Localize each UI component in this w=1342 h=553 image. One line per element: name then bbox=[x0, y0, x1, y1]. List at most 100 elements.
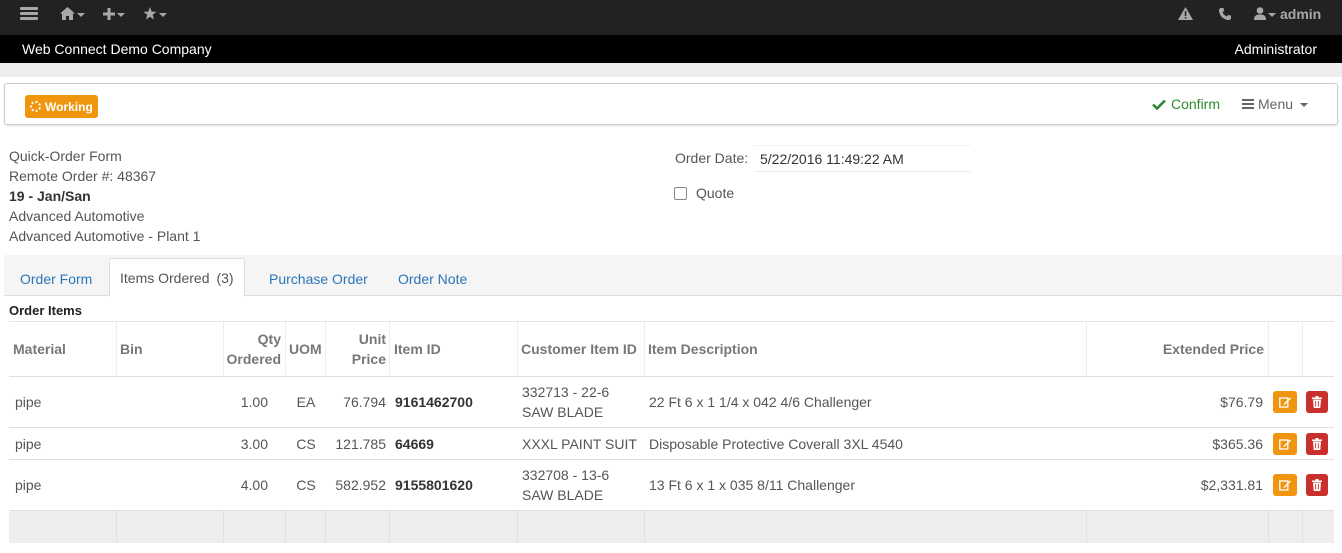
user-icon bbox=[1254, 7, 1266, 20]
header-extended-price[interactable]: Extended Price bbox=[1087, 322, 1269, 376]
cell-customer-item-id: XXXL PAINT SUIT bbox=[522, 428, 645, 459]
tab-purchase-order[interactable]: Purchase Order bbox=[259, 262, 378, 296]
delete-button[interactable] bbox=[1306, 391, 1328, 413]
cell-item-description: 13 Ft 6 x 1 x 035 8/11 Challenger bbox=[649, 477, 855, 493]
table-header: Material Bin Qty Ordered UOM Unit Price … bbox=[9, 321, 1334, 377]
table-row[interactable]: pipe 4.00 CS 582.952 9155801620 332708 -… bbox=[9, 460, 1334, 511]
cell-bin bbox=[117, 377, 224, 427]
section-title: Order Items bbox=[9, 303, 82, 318]
check-icon bbox=[1152, 99, 1166, 110]
tab-label: Purchase Order bbox=[269, 271, 368, 287]
edit-cell bbox=[1273, 377, 1299, 427]
tab-order-form[interactable]: Order Form bbox=[10, 262, 102, 296]
edit-button[interactable] bbox=[1273, 474, 1297, 496]
company-name: Web Connect Demo Company bbox=[22, 41, 212, 57]
confirm-button[interactable]: Confirm bbox=[1152, 96, 1220, 112]
warning-button[interactable] bbox=[1178, 0, 1193, 27]
footer-cell bbox=[224, 511, 286, 543]
menu-label: Menu bbox=[1258, 96, 1294, 112]
cell-customer-item-id: 332713 - 22-6 SAW BLADE bbox=[522, 377, 645, 427]
order-date-field[interactable] bbox=[754, 145, 971, 172]
tab-label: Order Form bbox=[20, 271, 93, 287]
header-unit-price[interactable]: Unit Price bbox=[326, 322, 390, 376]
user-name: admin bbox=[1280, 5, 1322, 22]
cell-material: pipe bbox=[15, 477, 42, 493]
cell-item-description: Disposable Protective Coverall 3XL 4540 bbox=[649, 435, 903, 452]
customer-item-id-line2: SAW BLADE bbox=[522, 404, 604, 420]
edit-cell bbox=[1273, 428, 1299, 459]
customer-item-id-line1: XXXL PAINT SUIT bbox=[522, 435, 637, 452]
customer-item-id-line1: 332713 - 22-6 bbox=[522, 384, 610, 400]
cell-extended-price: $365.36 bbox=[1212, 435, 1263, 452]
ship-to: Advanced Automotive - Plant 1 bbox=[9, 228, 201, 244]
trash-icon bbox=[1312, 479, 1322, 491]
footer-cell bbox=[9, 511, 117, 543]
cell-material: pipe bbox=[15, 394, 42, 410]
chevron-down-icon bbox=[1268, 12, 1276, 17]
table-row[interactable]: pipe 1.00 EA 76.794 9161462700 332713 - … bbox=[9, 377, 1334, 428]
menu-button[interactable]: Menu bbox=[1242, 96, 1309, 112]
delete-button[interactable] bbox=[1306, 474, 1328, 496]
header-customer-item-id[interactable]: Customer Item ID bbox=[518, 322, 645, 376]
confirm-label: Confirm bbox=[1171, 96, 1221, 112]
header-uom[interactable]: UOM bbox=[286, 322, 326, 376]
delete-cell bbox=[1306, 377, 1330, 427]
header-qty-line1: Qty bbox=[257, 331, 281, 347]
chevron-down-icon bbox=[77, 12, 85, 17]
tab-order-note[interactable]: Order Note bbox=[388, 262, 477, 296]
status-badge-label: Working bbox=[45, 99, 93, 114]
tab-count: (3) bbox=[216, 269, 234, 286]
tab-items-ordered[interactable]: Items Ordered (3) bbox=[109, 258, 245, 297]
header-delete-column bbox=[1303, 322, 1334, 376]
edit-icon bbox=[1278, 397, 1291, 408]
cell-bin bbox=[117, 460, 224, 510]
quote-checkbox[interactable] bbox=[674, 186, 687, 200]
cell-extended-price: $2,331.81 bbox=[1200, 477, 1263, 493]
cell-item-id: 64669 bbox=[395, 435, 434, 452]
order-info: Quick-Order Form Remote Order #: 48367 1… bbox=[9, 146, 200, 246]
footer-cell bbox=[390, 511, 518, 543]
star-icon bbox=[143, 7, 157, 20]
header-item-description[interactable]: Item Description bbox=[645, 322, 1087, 376]
user-menu[interactable]: admin bbox=[1254, 0, 1321, 27]
phone-button[interactable] bbox=[1219, 0, 1231, 27]
tab-label: Order Note bbox=[398, 271, 468, 287]
edit-icon bbox=[1278, 480, 1291, 491]
trash-icon bbox=[1312, 437, 1322, 450]
edit-button[interactable] bbox=[1273, 391, 1297, 413]
table-footer bbox=[9, 511, 1334, 543]
company-bar: Web Connect Demo Company Administrator bbox=[0, 35, 1342, 63]
header-material[interactable]: Material bbox=[13, 322, 117, 376]
cell-item-description: 22 Ft 6 x 1 1/4 x 042 4/6 Challenger bbox=[649, 394, 872, 410]
footer-cell bbox=[645, 511, 1087, 543]
footer-cell bbox=[518, 511, 645, 543]
tab-strip: Order Form Items Ordered (3) Purchase Or… bbox=[4, 255, 1342, 297]
footer-cell bbox=[326, 511, 390, 543]
header-item-id[interactable]: Item ID bbox=[390, 322, 518, 376]
header-bin[interactable]: Bin bbox=[117, 322, 224, 376]
favorites-menu[interactable] bbox=[143, 0, 167, 27]
home-icon bbox=[60, 7, 75, 20]
cell-qty: 3.00 bbox=[240, 435, 268, 452]
add-menu[interactable] bbox=[103, 0, 125, 27]
menu-icon[interactable] bbox=[20, 0, 38, 27]
chevron-down-icon bbox=[1300, 103, 1309, 107]
header-qty-line2: Ordered bbox=[226, 351, 281, 367]
cell-qty: 4.00 bbox=[240, 477, 268, 493]
cell-item-id: 9155801620 bbox=[395, 477, 473, 493]
customer-item-id-line2: SAW BLADE bbox=[522, 487, 604, 503]
table-row[interactable]: pipe 3.00 CS 121.785 64669 XXXL PAINT SU… bbox=[9, 428, 1334, 460]
home-menu[interactable] bbox=[60, 0, 85, 27]
header-qty-ordered[interactable]: Qty Ordered bbox=[224, 322, 286, 376]
customer-item-id-line1: 332708 - 13-6 bbox=[522, 467, 610, 483]
delete-button[interactable] bbox=[1306, 432, 1328, 455]
divider bbox=[0, 63, 1342, 77]
customer-name: Advanced Automotive bbox=[9, 208, 145, 224]
cell-item-id: 9161462700 bbox=[395, 394, 473, 410]
chevron-down-icon bbox=[117, 12, 125, 17]
quote-option[interactable]: Quote bbox=[674, 185, 734, 201]
status-badge[interactable]: Working bbox=[25, 95, 98, 118]
footer-cell bbox=[1269, 511, 1303, 543]
trash-icon bbox=[1312, 396, 1322, 408]
edit-button[interactable] bbox=[1273, 432, 1297, 455]
